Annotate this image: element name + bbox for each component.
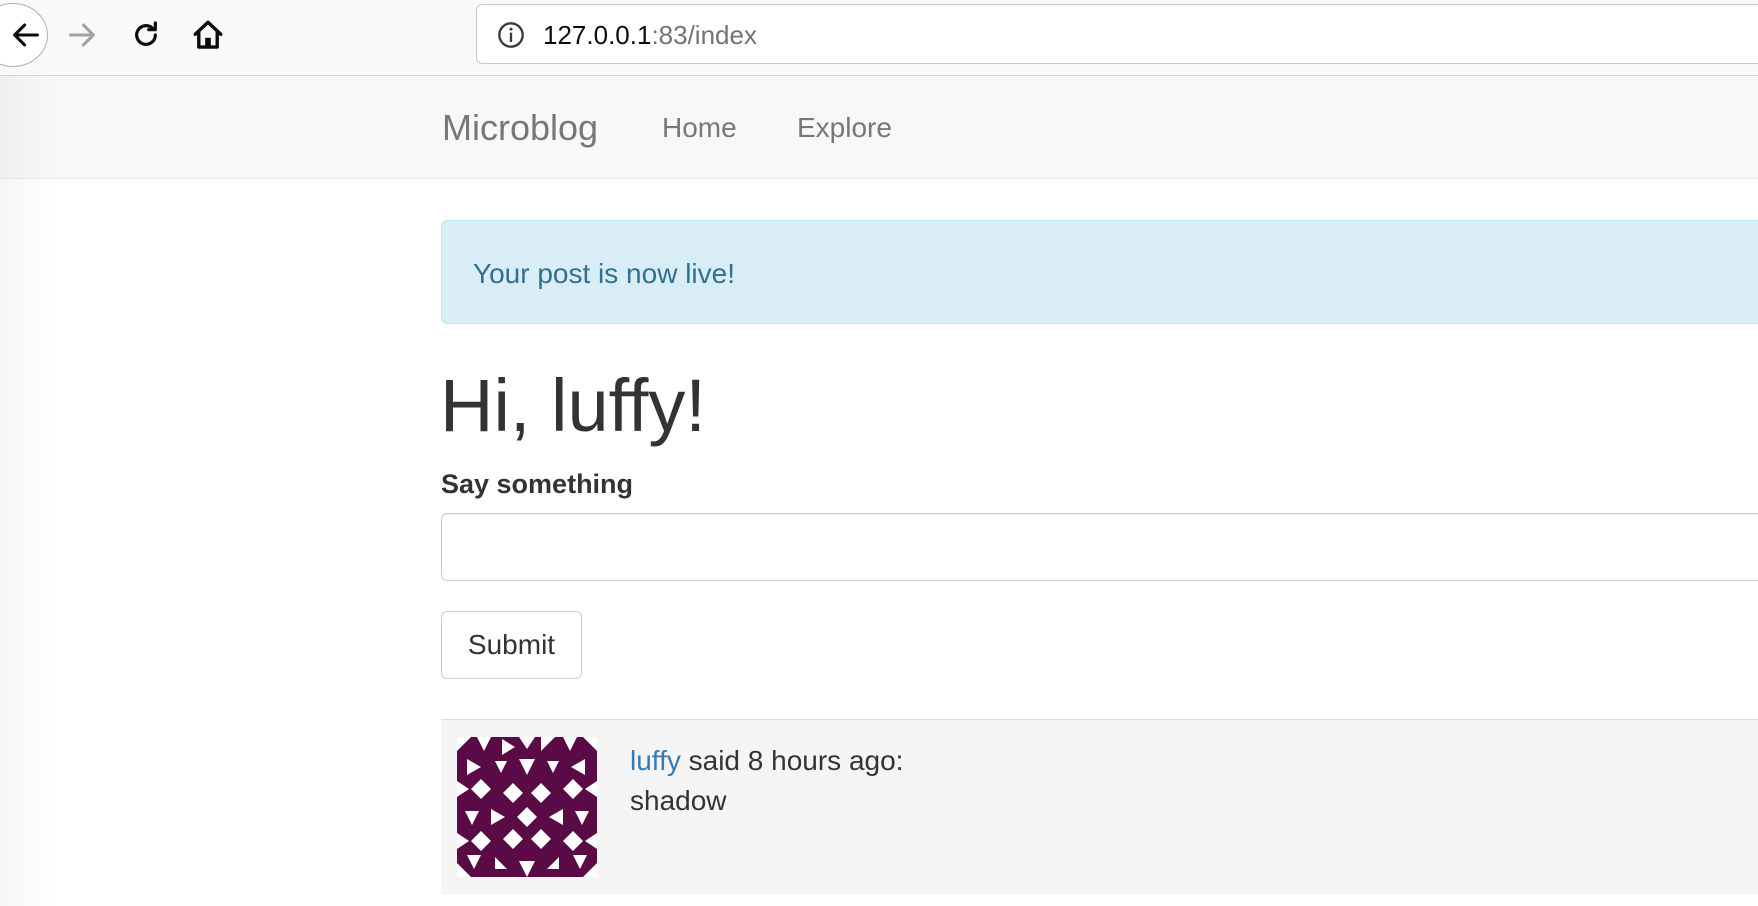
site-navbar: Microblog Home Explore xyxy=(0,76,1758,179)
browser-toolbar: 127.0.0.1:83/index xyxy=(0,0,1758,76)
back-button[interactable] xyxy=(0,3,48,67)
home-button[interactable] xyxy=(186,0,230,70)
brand-link[interactable]: Microblog xyxy=(442,106,598,150)
url-host: 127.0.0.1 xyxy=(543,20,652,50)
post-input[interactable] xyxy=(441,513,1758,581)
arrow-right-icon xyxy=(69,23,95,47)
page-title: Hi, luffy! xyxy=(440,364,706,447)
url-bar[interactable]: 127.0.0.1:83/index xyxy=(476,4,1758,64)
post-meta: luffy said 8 hours ago: xyxy=(630,741,903,781)
post-timestamp: said 8 hours ago: xyxy=(680,745,904,776)
info-icon[interactable] xyxy=(497,21,525,49)
submit-button[interactable]: Submit xyxy=(441,611,582,679)
forward-button[interactable] xyxy=(60,0,104,70)
url-text: 127.0.0.1:83/index xyxy=(543,18,757,52)
flash-alert: Your post is now live! xyxy=(441,220,1758,324)
url-path: :83/index xyxy=(651,20,757,50)
avatar-identicon[interactable] xyxy=(457,737,597,877)
post-field-label: Say something xyxy=(441,469,634,499)
house-icon xyxy=(193,20,223,49)
alert-message: Your post is now live! xyxy=(473,258,735,289)
left-edge-shadow xyxy=(0,76,60,906)
post-body: shadow xyxy=(630,785,727,816)
arrow-left-icon xyxy=(13,23,39,47)
post-author-link[interactable]: luffy xyxy=(630,745,681,776)
reload-button[interactable] xyxy=(124,0,168,70)
post-row: luffy said 8 hours ago: shadow xyxy=(441,719,1758,894)
reload-icon xyxy=(135,21,157,46)
nav-link-home[interactable]: Home xyxy=(662,111,737,145)
nav-link-explore[interactable]: Explore xyxy=(797,111,892,145)
